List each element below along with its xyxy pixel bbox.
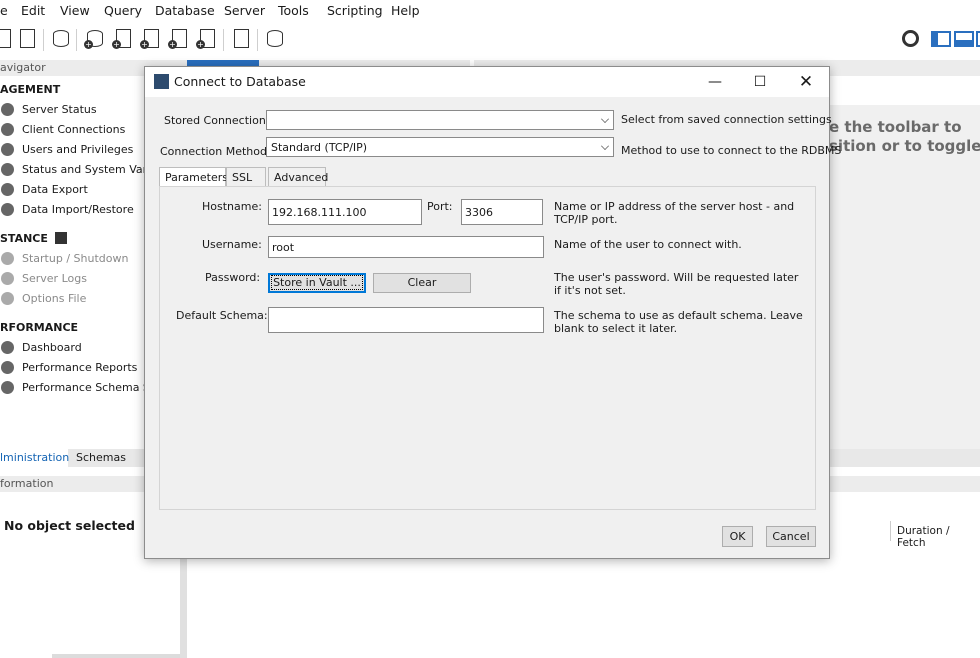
duration-fetch-column-header: Duration / Fetch bbox=[890, 521, 980, 549]
create-procedure-icon[interactable]: + bbox=[168, 28, 190, 50]
dashboard-icon bbox=[1, 341, 14, 354]
clear-password-button[interactable]: Clear bbox=[373, 273, 471, 293]
menu-view[interactable]: View bbox=[60, 3, 90, 18]
username-input[interactable]: root bbox=[268, 236, 544, 258]
menu-server[interactable]: Server bbox=[224, 3, 265, 18]
username-label: Username: bbox=[202, 238, 262, 251]
search-table-data-icon[interactable] bbox=[230, 28, 252, 50]
stored-connection-select[interactable] bbox=[266, 110, 614, 130]
bottom-scrollbar[interactable] bbox=[52, 654, 180, 658]
hostname-hint: Name or IP address of the server host - … bbox=[554, 200, 795, 226]
tab-parameters[interactable]: Parameters bbox=[159, 167, 228, 188]
menu-bar: e Edit View Query Database Server Tools … bbox=[0, 0, 980, 22]
hostname-input[interactable]: 192.168.111.100 bbox=[268, 199, 422, 225]
menu-edit[interactable]: Edit bbox=[21, 3, 45, 18]
management-section-title: AGEMENT bbox=[0, 83, 61, 96]
connection-method-hint: Method to use to connect to the RDBMS bbox=[621, 144, 842, 157]
tab-ssl[interactable]: SSL bbox=[226, 167, 266, 187]
sql-additions-pane bbox=[830, 105, 980, 449]
connection-method-select[interactable]: Standard (TCP/IP) bbox=[266, 137, 614, 157]
password-hint: The user's password. Will be requested l… bbox=[554, 271, 799, 297]
menu-tools[interactable]: Tools bbox=[278, 3, 309, 18]
new-sql-tab-icon[interactable] bbox=[0, 28, 14, 50]
instance-icon bbox=[54, 232, 67, 244]
wrench-icon bbox=[1, 292, 14, 305]
chevron-down-icon bbox=[601, 115, 609, 123]
password-label: Password: bbox=[205, 271, 261, 284]
sql-additions-hint: e the toolbar to sition or to toggle bbox=[829, 118, 980, 155]
import-icon bbox=[1, 203, 14, 216]
main-toolbar: + + + + + bbox=[0, 23, 980, 56]
reports-icon bbox=[1, 361, 14, 374]
toolbar-separator bbox=[257, 29, 258, 51]
default-schema-input[interactable] bbox=[268, 307, 544, 333]
parameters-panel: Hostname: 192.168.111.100 Port: 3306 Nam… bbox=[159, 186, 816, 510]
connection-method-label: Connection Method: bbox=[160, 145, 271, 158]
inspector-icon[interactable] bbox=[50, 28, 72, 50]
create-table-icon[interactable]: + bbox=[112, 28, 134, 50]
export-icon bbox=[1, 183, 14, 196]
reconnect-icon[interactable] bbox=[264, 28, 286, 50]
hostname-label: Hostname: bbox=[202, 200, 262, 213]
port-input[interactable]: 3306 bbox=[461, 199, 543, 225]
toolbar-separator bbox=[76, 29, 77, 51]
menu-file[interactable]: e bbox=[0, 3, 8, 18]
create-schema-icon[interactable]: + bbox=[84, 28, 106, 50]
tab-advanced[interactable]: Advanced bbox=[268, 167, 328, 187]
power-icon bbox=[1, 252, 14, 265]
chevron-down-icon bbox=[601, 142, 609, 150]
monitor-icon bbox=[1, 163, 14, 176]
toolbar-separator bbox=[43, 29, 44, 51]
toggle-secondary-sidebar-icon[interactable] bbox=[975, 28, 980, 50]
store-in-vault-button[interactable]: Store in Vault ... bbox=[268, 273, 366, 293]
menu-scripting[interactable]: Scripting bbox=[327, 3, 383, 18]
user-icon bbox=[1, 143, 14, 156]
no-object-selected-text: No object selected bbox=[4, 518, 135, 533]
create-function-icon[interactable]: + bbox=[196, 28, 218, 50]
toggle-output-icon[interactable] bbox=[953, 28, 975, 50]
instance-section-title: STANCE bbox=[0, 232, 67, 245]
tab-schemas[interactable]: Schemas bbox=[76, 451, 126, 464]
play-icon bbox=[1, 103, 14, 116]
settings-gear-icon[interactable] bbox=[900, 28, 922, 50]
menu-help[interactable]: Help bbox=[391, 3, 420, 18]
toolbar-separator bbox=[223, 29, 224, 51]
close-icon[interactable]: ✕ bbox=[797, 73, 815, 91]
minimize-icon[interactable]: — bbox=[706, 73, 724, 91]
tab-administration[interactable]: lministration bbox=[0, 449, 69, 467]
performance-section-title: RFORMANCE bbox=[0, 321, 79, 334]
default-schema-label: Default Schema: bbox=[176, 309, 268, 322]
port-label: Port: bbox=[427, 200, 453, 213]
cancel-button[interactable]: Cancel bbox=[766, 526, 816, 547]
workbench-logo-icon bbox=[154, 74, 169, 89]
toggle-sidebar-icon[interactable] bbox=[930, 28, 952, 50]
database-icon bbox=[1, 123, 14, 136]
connect-dialog: Connect to Database — ☐ ✕ Stored Connect… bbox=[144, 66, 841, 559]
menu-query[interactable]: Query bbox=[104, 3, 142, 18]
create-view-icon[interactable]: + bbox=[140, 28, 162, 50]
stored-connection-label: Stored Connection: bbox=[164, 114, 270, 127]
open-sql-file-icon[interactable] bbox=[16, 28, 38, 50]
dialog-title: Connect to Database bbox=[174, 74, 306, 89]
menu-database[interactable]: Database bbox=[155, 3, 215, 18]
dialog-titlebar[interactable]: Connect to Database — ☐ ✕ bbox=[145, 67, 829, 97]
default-schema-hint: The schema to use as default schema. Lea… bbox=[554, 309, 803, 335]
warning-icon bbox=[1, 272, 14, 285]
schema-setup-icon bbox=[1, 381, 14, 394]
stored-connection-hint: Select from saved connection settings bbox=[621, 113, 832, 126]
username-hint: Name of the user to connect with. bbox=[554, 238, 742, 251]
maximize-icon[interactable]: ☐ bbox=[751, 73, 769, 91]
ok-button[interactable]: OK bbox=[722, 526, 753, 547]
